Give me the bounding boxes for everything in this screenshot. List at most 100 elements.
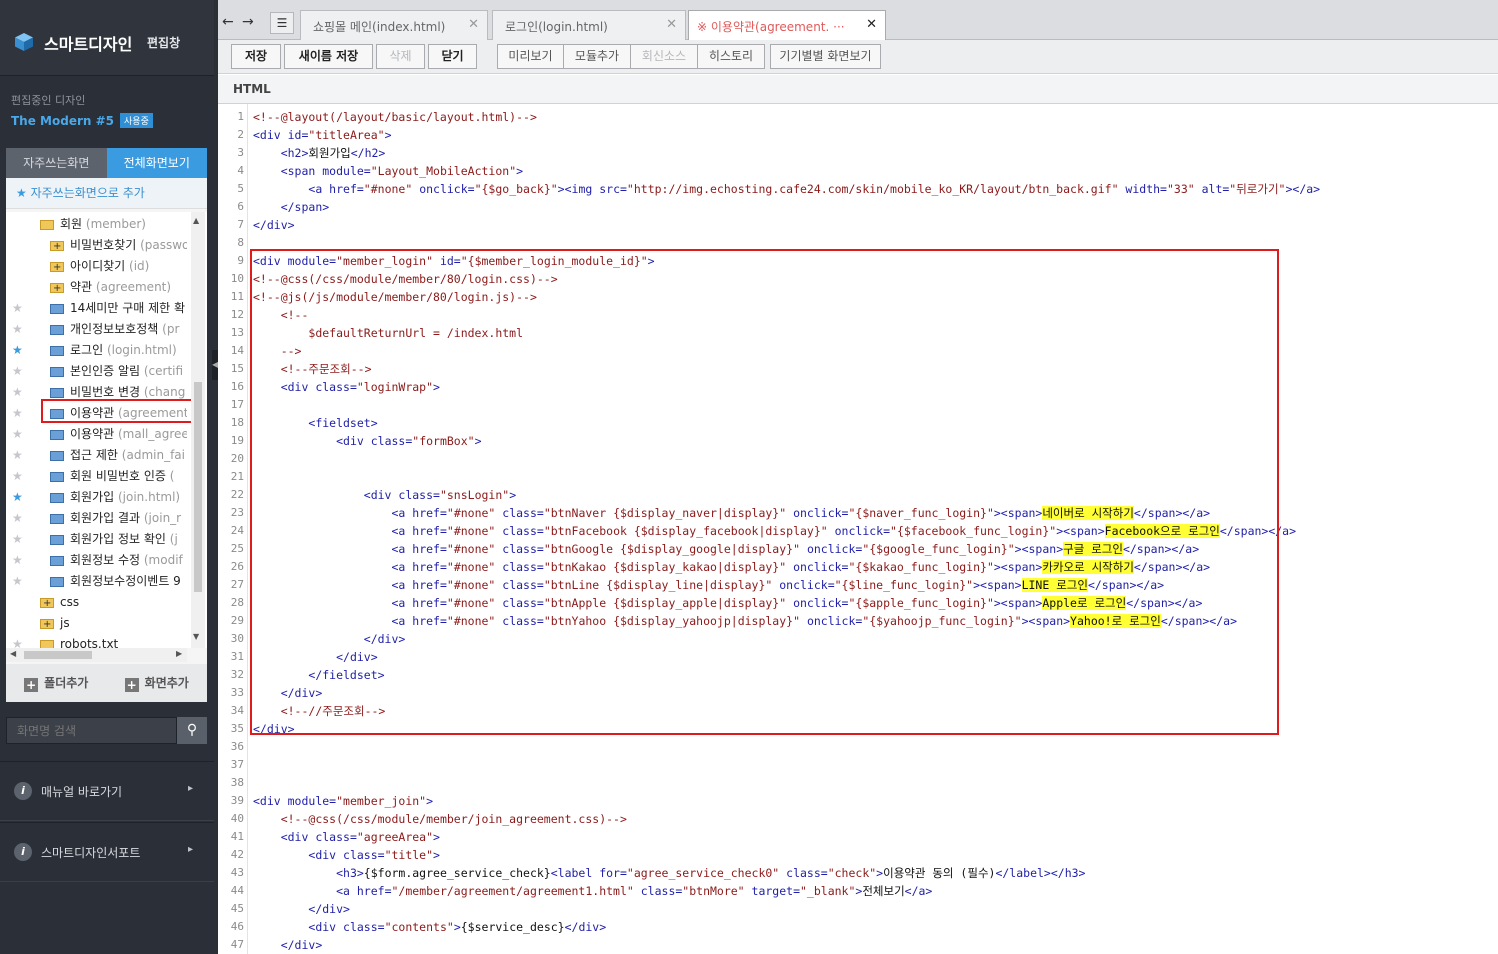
favorite-star-icon[interactable]: ★ (12, 319, 23, 340)
code-line[interactable]: <h2>회원가입</h2> (253, 144, 386, 162)
screen-panel: 자주쓰는화면 전체화면보기 ★ 자주쓰는화면으로 추가 회원 (member) 비… (6, 148, 207, 702)
tree-vertical-scrollbar[interactable]: ▲ ▼ (191, 212, 205, 648)
tree-item[interactable]: ★ 14세미만 구매 제한 확 (6, 298, 187, 319)
tab-agreement-html[interactable]: ※ 이용약관(agreement. ··· ✕ (688, 10, 886, 41)
tree-item[interactable]: ★ 개인정보보호정책 (pr (6, 319, 187, 340)
tree-item[interactable]: ★ 회원가입 정보 확인 (j (6, 529, 187, 550)
code-line[interactable]: <div class="contents">{$service_desc}</d… (253, 918, 606, 936)
tab-all-screens[interactable]: 전체화면보기 (106, 148, 207, 178)
revert-source-button[interactable]: 회신소스 (630, 44, 698, 69)
tree-item[interactable]: 아이디찾기 (id) (6, 256, 187, 277)
save-as-button[interactable]: 새이름 저장 (284, 44, 373, 69)
code-line[interactable]: <div id="titleArea"> (253, 126, 392, 144)
history-button[interactable]: 히스토리 (697, 44, 765, 69)
delete-button[interactable]: 삭제 (376, 44, 425, 69)
code-token: <div (308, 848, 344, 862)
tree-item[interactable]: ★ 로그인 (login.html) (6, 340, 187, 361)
code-line[interactable]: <!--@layout(/layout/basic/layout.html)--… (253, 108, 537, 126)
code-line[interactable]: <span module="Layout_MobileAction"> (253, 162, 523, 180)
favorite-star-icon[interactable]: ★ (12, 634, 23, 648)
favorite-star-icon[interactable]: ★ (12, 466, 23, 487)
preview-button[interactable]: 미리보기 (497, 44, 564, 69)
back-arrow-icon[interactable]: ← (222, 14, 234, 30)
code-line[interactable]: <div class="title"> (253, 846, 440, 864)
code-token: href= (356, 884, 392, 898)
code-token: target= (744, 884, 800, 898)
scroll-left-icon[interactable]: ◀ (10, 649, 16, 658)
tree-item[interactable]: css (6, 592, 187, 613)
tab-favorite-screens[interactable]: 자주쓰는화면 (6, 148, 107, 178)
code-line[interactable]: <div class="agreeArea"> (253, 828, 440, 846)
tab-login-html[interactable]: 로그인(login.html) ✕ (492, 10, 686, 40)
favorite-star-icon[interactable]: ★ (12, 361, 23, 382)
tree-item[interactable]: ★ 접근 제한 (admin_fai (6, 445, 187, 466)
folder-icon (50, 278, 64, 298)
add-favorite-button[interactable]: ★ 자주쓰는화면으로 추가 (6, 178, 207, 209)
device-view-button[interactable]: 기기별별 화면보기 (770, 44, 881, 69)
plus-icon: + (24, 678, 39, 692)
tree-horizontal-scrollbar[interactable]: ◀ ▶ (6, 648, 187, 662)
forward-arrow-icon[interactable]: → (242, 14, 254, 30)
search-button[interactable]: ⚲ (177, 717, 207, 744)
close-button[interactable]: 닫기 (428, 44, 477, 69)
tree-hscroll-thumb[interactable] (24, 651, 92, 659)
code-line[interactable]: </div> (253, 216, 295, 234)
tree-item[interactable]: 비밀번호찾기 (password (6, 235, 187, 256)
code-line[interactable]: <a href="#none" onclick="{$go_back}"><im… (253, 180, 1320, 198)
tab-index-html[interactable]: 쇼핑몰 메인(index.html) ✕ (300, 10, 488, 40)
add-module-button[interactable]: 모듈추가 (563, 44, 631, 69)
code-token: <div (308, 920, 344, 934)
add-screen-button[interactable]: + 화면추가 (107, 664, 208, 702)
line-number: 24 (230, 524, 244, 537)
code-line[interactable]: <a href="/member/agreement/agreement1.ht… (253, 882, 932, 900)
code-line[interactable]: </div> (253, 900, 350, 918)
favorite-star-icon[interactable]: ★ (12, 403, 23, 424)
favorite-star-icon[interactable]: ★ (12, 529, 23, 550)
favorite-star-icon[interactable]: ★ (12, 298, 23, 319)
scroll-up-icon[interactable]: ▲ (193, 216, 199, 225)
code-line[interactable]: <h3>{$form.agree_service_check}<label fo… (253, 864, 1085, 882)
line-number: 15 (230, 362, 244, 375)
code-line[interactable]: <!--@css(/css/module/member/join_agreeme… (253, 810, 627, 828)
favorite-star-icon[interactable]: ★ (12, 340, 23, 361)
favorite-star-icon[interactable]: ★ (12, 550, 23, 571)
search-input[interactable] (6, 717, 177, 744)
tree-item[interactable]: 회원 (member) (6, 214, 187, 235)
favorite-star-icon[interactable]: ★ (12, 508, 23, 529)
scroll-right-icon[interactable]: ▶ (176, 649, 182, 658)
tree-item[interactable]: ★ 이용약관 (mall_agree (6, 424, 187, 445)
favorite-star-icon[interactable]: ★ (12, 382, 23, 403)
code-line[interactable]: </div> (253, 936, 323, 954)
favorite-star-icon[interactable]: ★ (12, 424, 23, 445)
close-icon[interactable]: ✕ (666, 17, 677, 32)
tree-item[interactable]: ★ 회원가입 (join.html) (6, 487, 187, 508)
tree-item[interactable]: ★ 회원가입 결과 (join_r (6, 508, 187, 529)
add-folder-button[interactable]: + 폴더추가 (6, 664, 107, 702)
tree-item[interactable]: ★ 본인인증 알림 (certifi (6, 361, 187, 382)
close-icon[interactable]: ✕ (468, 17, 479, 32)
manual-link[interactable]: i 매뉴얼 바로가기 ▸ (0, 761, 214, 821)
scroll-down-icon[interactable]: ▼ (193, 632, 199, 641)
tab-list-button[interactable]: ☰ (270, 12, 294, 34)
code-editor[interactable]: 1 2 3 4 5 6 7 8 9 10 11 12 13 14 15 16 17 18 19 20 21 22 23 24 2… (218, 104, 1498, 954)
favorite-star-icon[interactable]: ★ (12, 445, 23, 466)
tree-item[interactable]: ★ 회원 비밀번호 인증 ( (6, 466, 187, 487)
tree-item[interactable]: 약관 (agreement) (6, 277, 187, 298)
code-token: <a (336, 884, 357, 898)
support-link[interactable]: i 스마트디자인서포트 ▸ (0, 822, 214, 882)
tree-scroll-thumb[interactable] (194, 382, 202, 592)
save-button[interactable]: 저장 (231, 44, 281, 69)
favorite-star-icon[interactable]: ★ (12, 487, 23, 508)
line-number: 31 (230, 650, 244, 663)
close-icon[interactable]: ✕ (866, 17, 877, 32)
current-design-name[interactable]: The Modern #5 사용중 (11, 113, 153, 128)
favorite-star-icon[interactable]: ★ (12, 571, 23, 592)
tree-item[interactable]: ★ 회원정보수정이벤트 9 (6, 571, 187, 592)
code-line[interactable]: </span> (253, 198, 329, 216)
tree-item[interactable]: ★ robots.txt (6, 634, 187, 648)
tree-item[interactable]: ★ 회원정보 수정 (modif (6, 550, 187, 571)
code-token: <h2> (280, 146, 309, 160)
tree-item[interactable]: js (6, 613, 187, 634)
code-line[interactable]: <div module="member_join"> (253, 792, 433, 810)
line-number: 47 (230, 938, 244, 951)
